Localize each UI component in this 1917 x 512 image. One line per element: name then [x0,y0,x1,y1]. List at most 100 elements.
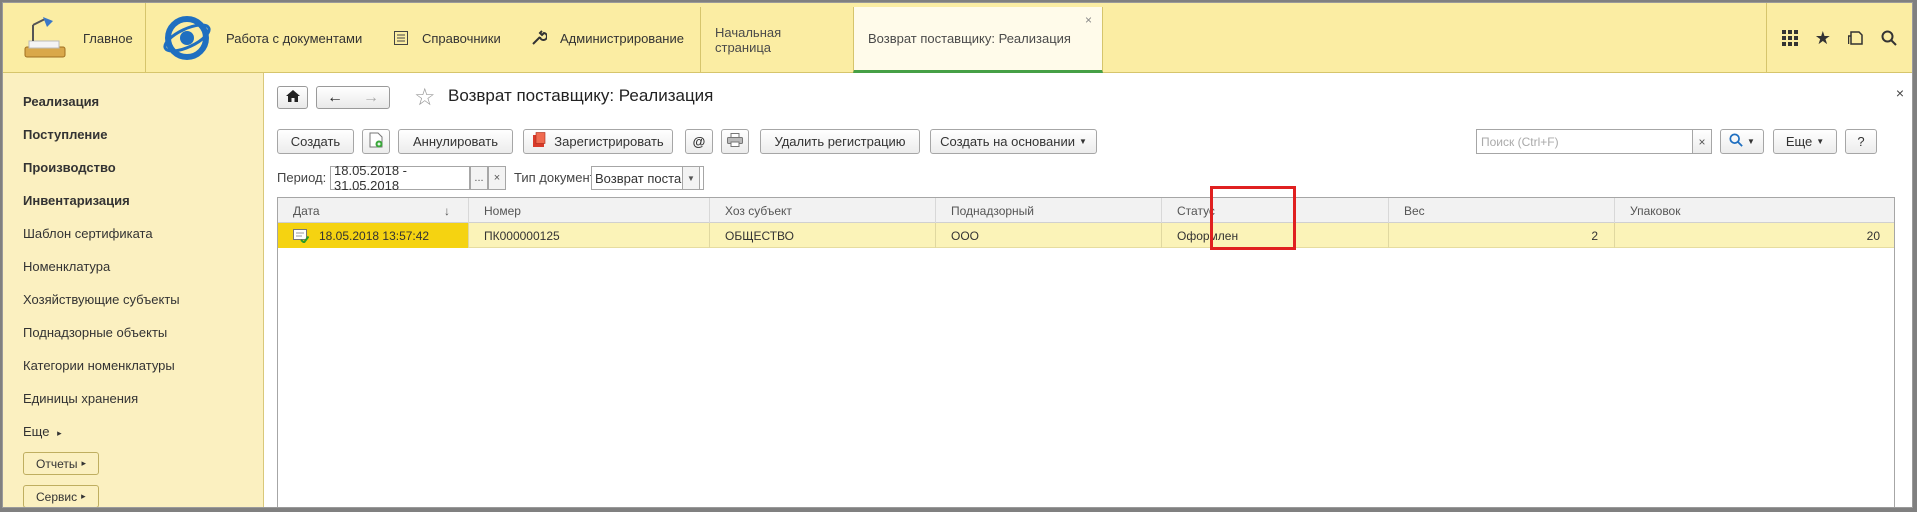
topbar-right-tools: ★ [1766,3,1912,73]
copy-button[interactable] [362,129,390,154]
register-label: Зарегистрировать [554,134,664,149]
column-header-number[interactable]: Номер [469,198,710,223]
column-label: Дата [293,203,320,218]
home-icon [285,90,300,105]
sidebar-item-sales[interactable]: Реализация [23,94,99,109]
reports-label: Отчеты [36,456,78,471]
tab-start-page[interactable]: Начальная страница [700,7,853,73]
column-header-date[interactable]: Дата ↓ [278,198,469,223]
cell-entity[interactable]: ОБЩЕСТВО [710,223,936,248]
table-row[interactable]: 18.05.2018 13:57:42 ПК000000125 ОБЩЕСТВО… [278,223,1894,248]
search-clear-button[interactable]: × [1692,129,1712,154]
history-nav: ← → [316,86,390,109]
delete-registration-button[interactable]: Удалить регистрацию [760,129,920,154]
more-label: Еще [23,424,50,439]
dropdown-caret-icon: ▼ [1816,137,1825,146]
grid-menu-icon[interactable] [1779,27,1801,49]
register-icon [532,132,546,151]
admin-label: Администрирование [560,30,684,46]
sidebar-item-receipts[interactable]: Поступление [23,127,108,142]
admin-menu[interactable]: Администрирование [530,3,684,73]
help-button[interactable]: ? [1845,129,1877,154]
period-field[interactable]: 18.05.2018 - 31.05.2018 [330,163,470,193]
page-title: Возврат поставщику: Реализация [448,86,714,105]
column-header-packages[interactable]: Упаковок [1615,198,1896,223]
tab-label: Начальная страница [715,25,782,55]
app-window: Главное Работа с документами Справочники [2,2,1913,508]
close-icon[interactable]: × [1085,13,1092,27]
status-annotation-box [1210,186,1296,250]
service-button[interactable]: Сервис ▸ [23,485,99,507]
sidebar-item-inventory[interactable]: Инвентаризация [23,193,130,208]
sidebar-item-business-entities[interactable]: Хозяйствующие субъекты [23,292,180,307]
annul-button[interactable]: Аннулировать [398,129,513,154]
cell-text: 18.05.2018 13:57:42 [319,228,430,243]
reports-button[interactable]: Отчеты ▸ [23,452,100,475]
printer-icon [727,133,743,150]
cell-number[interactable]: ПК000000125 [469,223,710,248]
search-button[interactable]: ▼ [1720,129,1764,154]
sidebar-item-supervised-objects[interactable]: Поднадзорные объекты [23,325,167,340]
posted-document-icon [293,228,309,243]
create-based-on-button[interactable]: Создать на основании ▼ [930,129,1097,154]
period-select-button[interactable]: ... [470,166,488,190]
favorite-star-icon[interactable]: ☆ [414,83,436,112]
main-content: ← → ☆ Возврат поставщику: Реализация × С… [264,73,1912,507]
reference-label: Справочники [422,30,501,46]
triangle-right-icon: ▸ [81,491,86,501]
print-button[interactable] [721,129,749,154]
documents-section[interactable]: Работа с документами [146,3,376,73]
triangle-right-icon: ▸ [81,458,87,468]
doc-type-dropdown[interactable]: ▼ [682,166,700,190]
reference-menu[interactable]: Справочники [392,3,501,73]
email-button[interactable]: @ [685,129,713,154]
more-label: Еще [1785,134,1813,149]
documents-orbit-icon [162,14,212,62]
list-icon [392,29,410,47]
sidebar-item-more[interactable]: Еще ▸ [23,424,62,439]
period-label: Период: [277,170,327,185]
tab-label: Возврат поставщику: Реализация [868,31,1071,46]
sidebar-item-certificate-template[interactable]: Шаблон сертификата [23,226,153,241]
sidebar: Реализация Поступление Производство Инве… [3,73,264,507]
register-button[interactable]: Зарегистрировать [523,129,673,154]
wrench-icon [530,29,548,47]
cell-packages[interactable]: 20 [1615,223,1896,248]
sort-arrow-icon: ↓ [444,203,450,218]
home-label: Главное [83,30,133,46]
top-bar: Главное Работа с документами Справочники [3,3,1912,73]
tab-supplier-return[interactable]: Возврат поставщику: Реализация × [853,7,1103,73]
more-button[interactable]: Еще ▼ [1773,129,1837,154]
magnifier-icon [1729,133,1743,150]
sidebar-item-nomenclature[interactable]: Номенклатура [23,259,110,274]
period-clear-button[interactable]: × [488,166,506,190]
home-button[interactable] [277,86,308,109]
home-section[interactable]: Главное [3,3,146,73]
arrow-right-icon[interactable]: → [363,89,379,107]
cell-weight[interactable]: 2 [1389,223,1615,248]
sidebar-item-storage-units[interactable]: Единицы хранения [23,391,138,406]
star-icon[interactable]: ★ [1812,27,1834,49]
documents-label: Работа с документами [226,30,363,46]
desk-lamp-icon [19,13,71,63]
sidebar-item-production[interactable]: Производство [23,160,116,175]
column-header-entity[interactable]: Хоз субъект [710,198,936,223]
arrow-left-icon[interactable]: ← [327,89,343,107]
dropdown-caret-icon: ▼ [687,173,695,183]
table-header: Дата ↓ Номер Хоз субъект Поднадзорный Ст… [278,198,1894,223]
search-input[interactable]: Поиск (Ctrl+F) [1476,129,1712,154]
close-icon[interactable]: × [1896,85,1904,101]
sidebar-item-nomenclature-categories[interactable]: Категории номенклатуры [23,358,175,373]
dropdown-caret-icon: ▼ [1078,137,1087,146]
create-button[interactable]: Создать [277,129,354,154]
documents-table: Дата ↓ Номер Хоз субъект Поднадзорный Ст… [277,197,1895,507]
dropdown-caret-icon: ▼ [1747,137,1755,146]
add-document-icon [369,132,383,151]
history-icon[interactable] [1845,27,1867,49]
cell-supervised[interactable]: ООО [936,223,1162,248]
create-based-label: Создать на основании [940,134,1075,149]
column-header-weight[interactable]: Вес [1389,198,1615,223]
column-header-supervised[interactable]: Поднадзорный [936,198,1162,223]
cell-date[interactable]: 18.05.2018 13:57:42 [278,223,469,248]
search-icon[interactable] [1878,27,1900,49]
